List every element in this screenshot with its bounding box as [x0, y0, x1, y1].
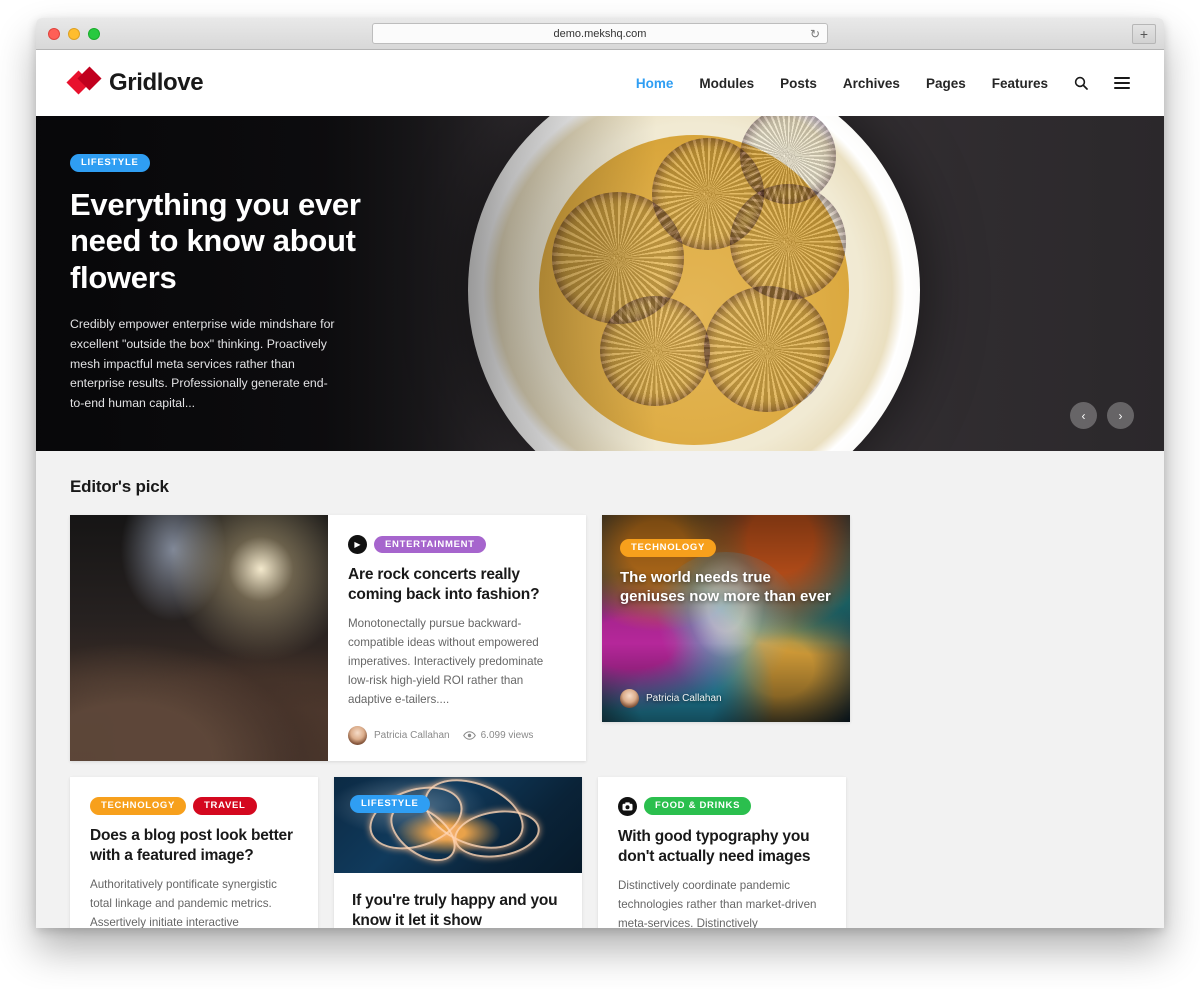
pick-row-1: ▶ ENTERTAINMENT Are rock concerts really…	[70, 515, 1130, 761]
pick-row-2: TECHNOLOGY TRAVEL Does a blog post look …	[70, 776, 1130, 928]
category-badge-lifestyle[interactable]: LIFESTYLE	[350, 794, 430, 813]
main-navigation: Home Modules Posts Archives Pages Featur…	[636, 76, 1130, 91]
post-excerpt: Authoritatively pontificate synergistic …	[90, 877, 277, 928]
address-bar-url: demo.mekshq.com	[553, 27, 647, 40]
camera-icon[interactable]	[618, 796, 637, 816]
nav-item-features[interactable]: Features	[992, 76, 1048, 91]
hero-excerpt: Credibly empower enterprise wide mindsha…	[70, 316, 335, 411]
post-title[interactable]: The world needs true geniuses now more t…	[620, 568, 834, 607]
site-header: Gridlove Home Modules Posts Archives Pag…	[36, 50, 1164, 116]
hamburger-menu-icon[interactable]	[1114, 77, 1130, 89]
post-views: 6.099 views	[462, 729, 534, 741]
gridlove-diamond-logo-icon	[66, 66, 102, 96]
post-excerpt: Monotonectally pursue backward-compatibl…	[348, 617, 544, 706]
post-meta: Patricia Callahan 6.099 views	[348, 710, 566, 745]
nav-item-modules[interactable]: Modules	[699, 76, 754, 91]
category-badge-food-drinks[interactable]: FOOD & DRINKS	[644, 797, 752, 816]
post-author[interactable]: Patricia Callahan	[348, 725, 450, 745]
browser-titlebar: demo.mekshq.com ↻ +	[36, 18, 1164, 50]
post-card-good-typography[interactable]: FOOD & DRINKS With good typography you d…	[598, 776, 846, 928]
browser-window: demo.mekshq.com ↻ + Gridlove Home Module…	[36, 18, 1164, 928]
category-badge-entertainment[interactable]: ENTERTAINMENT	[374, 535, 486, 554]
post-excerpt: Distinctively coordinate pandemic techno…	[618, 879, 817, 928]
post-badges: TECHNOLOGY TRAVEL	[90, 796, 298, 815]
search-icon[interactable]	[1074, 76, 1088, 90]
post-title[interactable]: If you're truly happy and you know it le…	[352, 891, 564, 928]
eye-icon	[462, 731, 476, 740]
minimize-window-button[interactable]	[68, 28, 80, 40]
hero-title[interactable]: Everything you ever need to know about f…	[70, 187, 370, 296]
section-title: Editor's pick	[70, 477, 169, 496]
site-logo-link[interactable]: Gridlove	[66, 66, 204, 97]
avatar	[348, 725, 367, 745]
post-views-count: 6.099 views	[480, 729, 534, 741]
nav-item-home[interactable]: Home	[636, 76, 674, 91]
category-badge-technology[interactable]: TECHNOLOGY	[90, 796, 187, 815]
maximize-window-button[interactable]	[88, 28, 100, 40]
play-icon[interactable]: ▶	[348, 535, 367, 554]
editors-pick-section: Editor's pick ▶ ENTERTAINMENT Are rock c…	[36, 451, 1164, 928]
nav-item-posts[interactable]: Posts	[780, 76, 817, 91]
post-title[interactable]: With good typography you don't actually …	[618, 827, 826, 867]
post-card-featured-image[interactable]: TECHNOLOGY TRAVEL Does a blog post look …	[70, 776, 318, 928]
close-window-button[interactable]	[48, 28, 60, 40]
post-thumbnail[interactable]: LIFESTYLE	[334, 776, 582, 873]
post-author-name: Patricia Callahan	[374, 729, 450, 741]
hero-slider: LIFESTYLE Everything you ever need to kn…	[36, 116, 1164, 451]
slider-next-button[interactable]: ›	[1107, 402, 1134, 429]
window-controls	[48, 28, 100, 40]
address-bar[interactable]: demo.mekshq.com ↻	[372, 23, 828, 44]
website-viewport: Gridlove Home Modules Posts Archives Pag…	[36, 50, 1164, 928]
reload-icon[interactable]: ↻	[810, 28, 820, 40]
post-badges: FOOD & DRINKS	[618, 796, 826, 816]
category-badge-travel[interactable]: TRAVEL	[193, 796, 257, 815]
slider-prev-button[interactable]: ‹	[1070, 402, 1097, 429]
post-author-name: Patricia Callahan	[646, 693, 722, 704]
nav-item-pages[interactable]: Pages	[926, 76, 966, 91]
post-title[interactable]: Are rock concerts really coming back int…	[348, 565, 566, 605]
post-card-truly-happy[interactable]: LIFESTYLE If you're truly happy and you …	[334, 776, 582, 928]
hero-content: LIFESTYLE Everything you ever need to kn…	[70, 152, 370, 414]
new-tab-button[interactable]: +	[1132, 24, 1156, 44]
post-meta[interactable]: Patricia Callahan	[620, 689, 722, 708]
post-badges: ▶ ENTERTAINMENT	[348, 535, 566, 554]
site-brand-name: Gridlove	[109, 69, 204, 96]
category-badge-technology[interactable]: TECHNOLOGY	[620, 539, 717, 557]
post-card-true-geniuses[interactable]: TECHNOLOGY The world needs true geniuses…	[602, 515, 850, 722]
avatar	[620, 689, 639, 708]
hero-slider-controls: ‹ ›	[1070, 402, 1134, 429]
post-title[interactable]: Does a blog post look better with a feat…	[90, 826, 298, 866]
post-card-rock-concerts[interactable]: ▶ ENTERTAINMENT Are rock concerts really…	[70, 515, 586, 761]
hero-category-badge[interactable]: LIFESTYLE	[70, 154, 150, 172]
post-thumbnail[interactable]	[70, 515, 328, 761]
nav-item-archives[interactable]: Archives	[843, 76, 900, 91]
